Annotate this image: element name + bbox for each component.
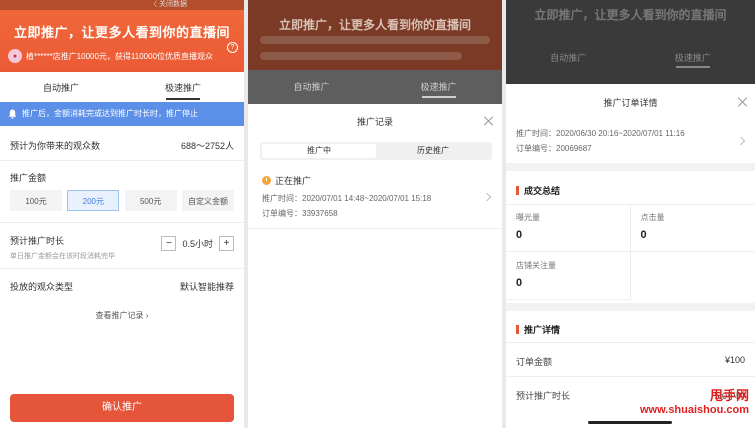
watermark-line1: 甩手网: [709, 388, 749, 403]
dimmed-tab-auto: 自动推广: [293, 82, 330, 92]
section-gap: [506, 163, 755, 171]
clock-icon: [262, 176, 271, 185]
dimmed-ticker: [260, 52, 462, 60]
stat-label: 点击量: [640, 213, 665, 222]
section-marker: [516, 186, 519, 195]
divider: [0, 160, 244, 161]
dimmed-banner-title: 立即推广，让更多人看到你的直播间: [278, 18, 471, 32]
order-amount-value: ¥100: [724, 355, 745, 365]
dimmed-tab-auto: 自动推广: [550, 53, 587, 63]
dimmed-tabs: 自动推广 极速推广: [506, 46, 755, 70]
audience-estimate-row: 预计为你带来的观众数 688～2752人: [10, 139, 234, 152]
divider: [506, 342, 755, 343]
audience-value: 688～2752人: [180, 141, 234, 151]
summary-section-title: 成交总结: [516, 184, 560, 197]
bell-icon: [8, 109, 17, 119]
watermark-line2: www.shuaishou.com: [640, 404, 749, 416]
view-records-link[interactable]: 查看推广记录 ›: [0, 310, 244, 321]
duration-value: 0.5小时: [182, 239, 213, 249]
stat-label: 店铺关注量: [516, 261, 556, 270]
divider: [0, 268, 244, 269]
summary-title-text: 成交总结: [524, 186, 561, 196]
chevron-right-icon[interactable]: [482, 192, 492, 202]
order-detail-title: 推广订单详情: [603, 98, 658, 108]
stat-impressions: 曝光量 0: [506, 204, 631, 252]
audience-label: 预计为你带来的观众数: [10, 141, 101, 151]
amount-option-500[interactable]: 500元: [124, 190, 177, 211]
divider: [0, 222, 244, 223]
home-indicator: [588, 421, 672, 424]
record-time: 推广时间：2020/07/01 14:48~2020/07/01 15:18: [262, 194, 432, 203]
amount-option-100[interactable]: 100元: [10, 190, 62, 211]
order-number: 订单编号：20069687: [516, 144, 592, 153]
minus-button[interactable]: −: [161, 236, 177, 251]
top-strip: 〈 关闭数据: [0, 0, 244, 10]
audience-type-label: 投放的观众类型: [10, 282, 74, 292]
sheet-title: 推广记录: [356, 117, 393, 127]
dimmed-tab-fast: 极速推广: [375, 70, 502, 104]
stat-label: 曝光量: [516, 213, 540, 222]
stat-store-follows: 店铺关注量 0: [506, 252, 631, 300]
summary-stats: 曝光量 0 点击量 0 店铺关注量 0: [506, 204, 755, 304]
dimmed-background: 立即推广，让更多人看到你的直播间 自动推广 极速推广: [248, 0, 502, 104]
seg-in-progress[interactable]: 推广中: [262, 144, 376, 158]
audience-type-value: 默认智能推荐: [179, 282, 234, 292]
promotion-setup-panel: 〈 关闭数据 立即推广，让更多人看到你的直播间 ● 植******店推广1000…: [0, 0, 244, 428]
record-status: 正在推广: [262, 174, 311, 187]
stat-clicks: 点击量 0: [630, 204, 755, 252]
stat-value: 0: [516, 277, 523, 289]
dimmed-tabs: 自动推广 极速推广: [248, 70, 502, 104]
records-segmented-control: 推广中 历史推广: [260, 142, 492, 160]
audience-type-row[interactable]: 投放的观众类型 默认智能推荐: [10, 280, 234, 293]
chevron-right-icon[interactable]: [736, 136, 746, 146]
dimmed-ticker: [260, 36, 490, 44]
tab-fast-promotion[interactable]: 极速推广: [122, 74, 244, 102]
screenshot-root: 〈 关闭数据 立即推广，让更多人看到你的直播间 ● 植******店推广1000…: [0, 0, 755, 428]
stat-value: 0: [516, 229, 523, 241]
amount-option-200[interactable]: 200元: [67, 190, 120, 211]
close-icon[interactable]: [484, 116, 494, 126]
detail-section-title: 推广详情: [516, 323, 560, 336]
order-detail-panel: 立即推广，让更多人看到你的直播间 自动推广 极速推广 推广订单详情 推广时间：2…: [506, 0, 755, 428]
promo-tabs: 自动推广 极速推广: [0, 74, 244, 102]
confirm-button[interactable]: 确认推广: [10, 394, 234, 422]
detail-title-text: 推广详情: [524, 325, 561, 335]
order-time: 推广时间：2020/06/30 20:16~2020/07/01 11:16: [516, 129, 685, 138]
tab-auto-promotion[interactable]: 自动推广: [0, 74, 122, 102]
dimmed-tab-fast: 极速推广: [631, 46, 755, 70]
banner-title: 立即推广，让更多人看到你的直播间: [13, 25, 230, 40]
plus-button[interactable]: +: [219, 236, 234, 251]
notice-text: 推广后，金额消耗完或达到推广时长时，推广停止: [22, 109, 198, 118]
stat-value: 0: [640, 229, 647, 241]
watermark: 甩手网 www.shuaishou.com: [640, 388, 749, 417]
ticker-text: 植******店推广10000元，获得110000位优质直播观众: [26, 51, 214, 61]
dimmed-banner-title: 立即推广，让更多人看到你的直播间: [534, 8, 727, 22]
dimmed-background: 立即推广，让更多人看到你的直播间 自动推广 极速推广: [506, 0, 755, 84]
amount-options: 100元 200元 500元 自定义金额: [10, 190, 234, 211]
record-order: 订单编号：33937658: [262, 209, 338, 218]
divider: [506, 376, 755, 377]
close-icon[interactable]: [738, 97, 748, 107]
promo-ticker: ● 植******店推广10000元，获得110000位优质直播观众: [8, 48, 236, 64]
order-amount-row: 订单金额 ¥100: [516, 355, 745, 368]
amount-option-custom[interactable]: 自定义金额: [181, 190, 234, 211]
duration-stepper: − 0.5小时 +: [161, 236, 234, 251]
seg-history[interactable]: 历史推广: [376, 144, 490, 158]
notice-bar: 推广后，金额消耗完或达到推广时长时，推广停止: [0, 102, 244, 126]
amount-label: 推广金额: [10, 173, 47, 183]
promotion-records-panel: 立即推广，让更多人看到你的直播间 自动推广 极速推广 推广记录 推广中 历史推广…: [248, 0, 502, 428]
duration-label: 预计推广时长: [516, 391, 571, 401]
section-gap: [506, 303, 755, 311]
record-status-text: 正在推广: [275, 176, 312, 186]
avatar: ●: [8, 49, 22, 63]
divider: [248, 228, 502, 229]
help-icon[interactable]: ?: [227, 42, 238, 53]
duration-subtext: 单日推广金额会在该时段消耗完毕: [10, 253, 115, 260]
section-marker: [516, 325, 519, 334]
promo-banner: 〈 关闭数据 立即推广，让更多人看到你的直播间 ● 植******店推广1000…: [0, 0, 244, 72]
order-amount-label: 订单金额: [516, 357, 553, 367]
